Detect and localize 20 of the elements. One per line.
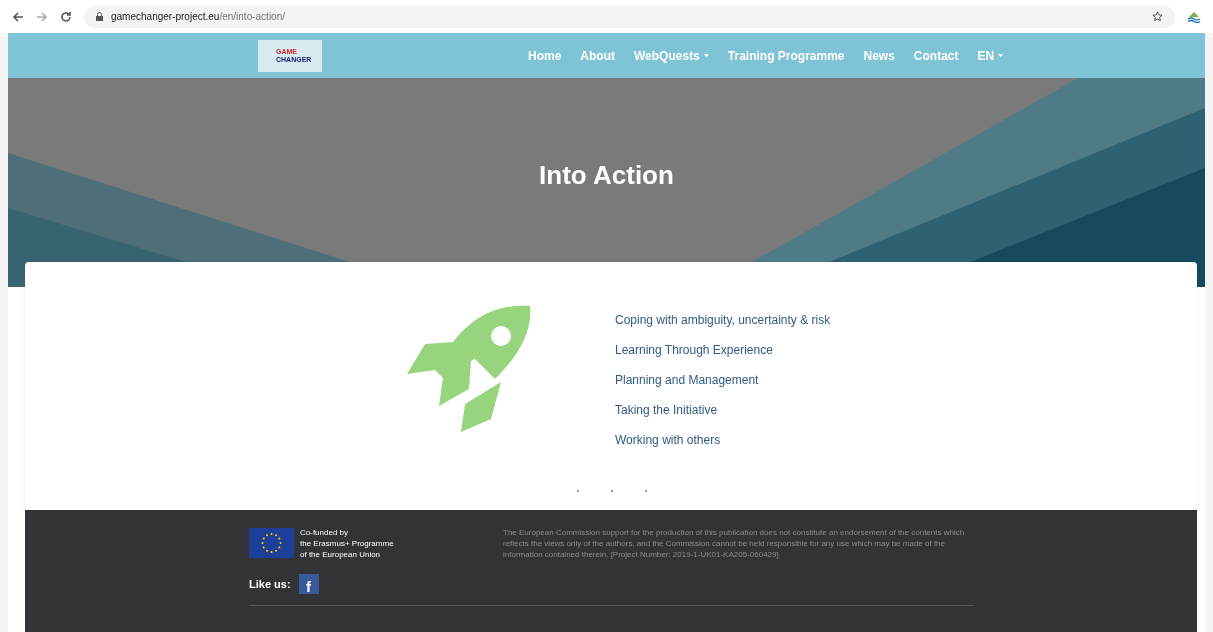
extension-icon[interactable] <box>1187 10 1201 23</box>
back-icon[interactable] <box>12 10 24 23</box>
eu-flag-icon <box>249 528 294 558</box>
caret-icon <box>703 54 709 57</box>
reload-icon[interactable] <box>60 10 72 23</box>
url-text: gamechanger-project.eu/en/into-action/ <box>111 10 285 24</box>
eu-funding-text: Co-funded by the Erasmus+ Programme of the European Union <box>300 526 394 560</box>
caret-icon <box>998 54 1004 57</box>
topic-link[interactable]: Learning Through Experience <box>615 341 831 359</box>
page-title: Into Action <box>539 159 674 192</box>
lock-icon <box>96 12 103 21</box>
topic-link[interactable]: Working with others <box>615 431 831 449</box>
topic-link[interactable]: Taking the Initiative <box>615 401 831 419</box>
star-icon[interactable] <box>1152 11 1163 22</box>
topic-link[interactable]: Coping with ambiguity, uncertainty & risk <box>615 311 831 329</box>
disclaimer-text: The European Commission support for the production of this publication does not constitute an endorsement of the contents which reflects the views only of the authors, and the Commission cannot be held responsible for any use which may be made of the information contained therein. [Project Number: 2019-1-UK01-KA205-060429] <box>503 527 966 560</box>
address-bar[interactable]: gamechanger-project.eu/en/into-action/ <box>84 5 1175 28</box>
like-us-label: Like us: <box>249 576 291 592</box>
facebook-link[interactable]: f <box>298 574 319 594</box>
topic-link[interactable]: Planning and Management <box>615 371 831 389</box>
